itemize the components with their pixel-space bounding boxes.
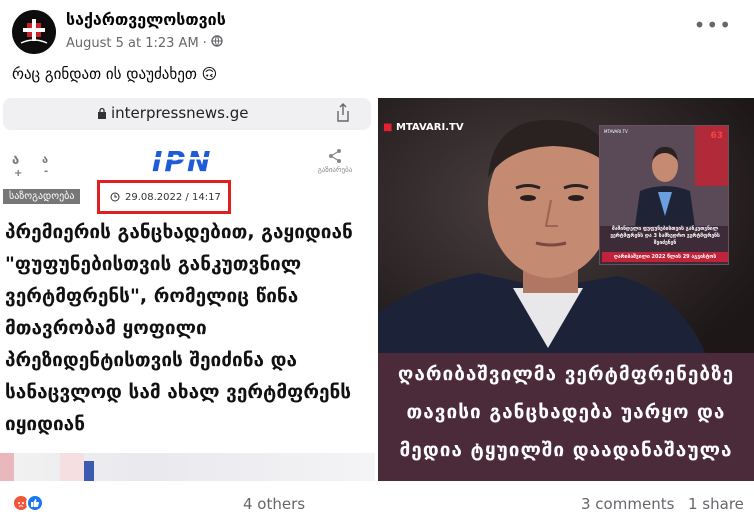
like-reaction-icon — [26, 494, 44, 512]
category-badge[interactable]: საზოგადოება — [3, 189, 81, 204]
article-headline: პრემიერის განცხადებით, გაყიდიან "ფუფუნებ… — [5, 221, 353, 435]
page-avatar[interactable] — [12, 10, 56, 54]
share-article-button[interactable]: გაზიარება — [315, 148, 355, 174]
shares-count[interactable]: 1 share — [688, 495, 744, 513]
post-timestamp[interactable]: August 5 at 1:23 AM — [66, 36, 199, 51]
ipn-logo-text: IPN — [152, 146, 212, 176]
post-meta: August 5 at 1:23 AM · — [66, 35, 223, 51]
post-text: რაც გინდათ ის დაუძახეთ 🙃 — [12, 65, 218, 83]
inset-news-card: MTAVARI.TV 63 მაშინდელი ფუფუნებისთვის გა… — [599, 125, 729, 265]
reactions-count[interactable]: 4 others — [243, 495, 305, 513]
inset-caption: მაშინდელი ფუფუნებისთვის განკუთვნილ ვერტმ… — [610, 226, 720, 246]
clock-icon — [110, 192, 120, 202]
tv-caption-line: თავისი განცხადება უარყო და — [406, 401, 726, 423]
inset-number: 63 — [710, 131, 723, 141]
mtavari-logo-text: MTAVARI.TV — [395, 122, 464, 133]
page-name-link[interactable]: საქართველოსთვის — [66, 10, 226, 29]
inset-date-bar: ღარიბაშვილი 2022 წლის 29 აგვისტოს — [602, 252, 728, 262]
globe-icon — [211, 35, 223, 51]
share-icon — [329, 149, 341, 163]
more-options-button[interactable]: ••• — [694, 15, 732, 35]
tv-still-image[interactable]: ■ MTAVARI.TV MTAVARI.TV 63 მაშინდელი ფუფ… — [378, 98, 754, 481]
ipn-logo: IPN — [150, 145, 220, 180]
article-date-highlight: 29.08.2022 / 14:17 — [97, 180, 231, 214]
font-plus-sign: + — [14, 168, 23, 179]
comments-count[interactable]: 3 comments — [581, 495, 674, 513]
tv-caption-line: მედია ტყუილში დაადანაშაულა — [399, 439, 733, 461]
news-screenshot-image[interactable]: interpressnews.ge ა + ა - IPN გაზიარება … — [0, 98, 375, 481]
browser-url-bar: interpressnews.ge — [3, 98, 371, 130]
mtavari-logo: ■ MTAVARI.TV — [383, 122, 464, 133]
tv-caption-line: ღარიბაშვილმა ვერტმფრენებზე — [397, 363, 735, 385]
tv-caption-block: ღარიბაშვილმა ვერტმფრენებზე თავისი განცხა… — [378, 353, 754, 481]
reaction-icons[interactable] — [12, 494, 44, 512]
inset-logo: MTAVARI.TV — [604, 129, 628, 134]
lock-icon — [98, 107, 106, 119]
inset-photo — [600, 126, 728, 226]
font-increase-label[interactable]: ა — [42, 153, 48, 166]
font-decrease-label[interactable]: ა — [12, 153, 19, 168]
ios-share-icon — [337, 103, 349, 122]
meta-separator: · — [202, 35, 207, 51]
article-date: 29.08.2022 / 14:17 — [125, 191, 221, 203]
photo-strip — [0, 453, 375, 481]
font-minus-sign: - — [44, 166, 49, 177]
url-text: interpressnews.ge — [111, 104, 249, 122]
share-article-label: გაზიარება — [317, 166, 353, 174]
